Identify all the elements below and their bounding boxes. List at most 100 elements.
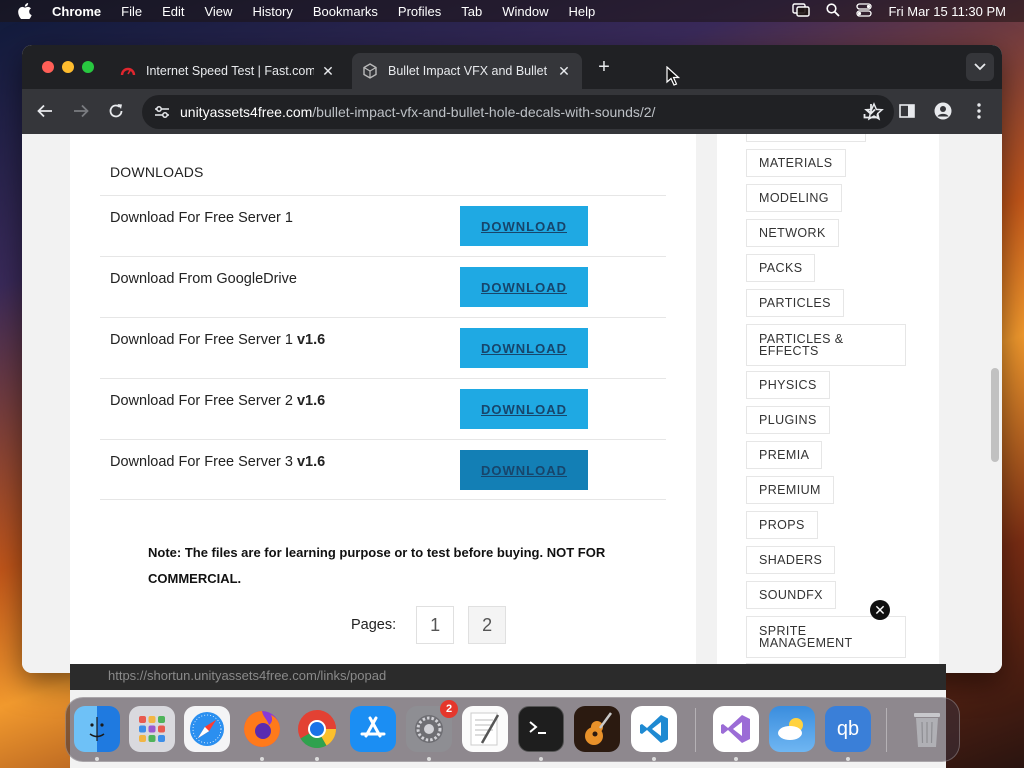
tab-search-button[interactable]	[966, 53, 994, 81]
downloads-table: Download For Free Server 1 DOWNLOAD Down…	[100, 195, 666, 500]
menu-view[interactable]: View	[204, 4, 232, 19]
tag-link[interactable]: NETWORK	[746, 219, 839, 247]
garageband-icon[interactable]	[574, 706, 620, 752]
tag-link[interactable]: PARTICLES	[746, 289, 844, 317]
back-button[interactable]	[34, 100, 56, 122]
tag-link[interactable]: PHYSICS	[746, 371, 830, 399]
tag-link[interactable]: MATERIALS	[746, 149, 846, 177]
control-center-icon[interactable]	[856, 2, 873, 20]
tab-close-icon[interactable]: ✕	[320, 63, 336, 79]
chrome-window: Internet Speed Test | Fast.com ✕ Bullet …	[22, 45, 1002, 673]
fast-com-favicon-icon	[120, 63, 136, 79]
macos-menu-bar: Chrome File Edit View History Bookmarks …	[0, 0, 1024, 22]
chrome-icon[interactable]	[294, 706, 340, 752]
tag-partial[interactable]	[746, 134, 866, 142]
firefox-icon[interactable]	[239, 706, 285, 752]
window-close-button[interactable]	[42, 61, 54, 73]
download-button[interactable]: DOWNLOAD	[460, 389, 588, 429]
download-button[interactable]: DOWNLOAD	[460, 206, 588, 246]
url-host: unityassets4free.com	[180, 104, 313, 120]
menu-tab[interactable]: Tab	[461, 4, 482, 19]
window-minimize-button[interactable]	[62, 61, 74, 73]
menubar-clock[interactable]: Fri Mar 15 11:30 PM	[888, 4, 1006, 19]
chevron-down-icon	[974, 63, 986, 71]
download-row: Download For Free Server 1 v1.6 DOWNLOAD	[100, 317, 666, 378]
download-label: Download From GoogleDrive	[110, 271, 297, 287]
macos-dock: 2 qb	[65, 697, 960, 762]
profile-button[interactable]	[932, 100, 954, 122]
download-row: Download For Free Server 3 v1.6 DOWNLOAD	[100, 439, 666, 500]
weather-icon[interactable]	[769, 706, 815, 752]
site-info-icon[interactable]	[152, 102, 172, 122]
chrome-menu-button[interactable]	[968, 100, 990, 122]
page-current-2: 2	[468, 606, 507, 644]
safari-icon[interactable]	[184, 706, 230, 752]
menu-edit[interactable]: Edit	[162, 4, 184, 19]
menu-file[interactable]: File	[121, 4, 142, 19]
textedit-icon[interactable]	[462, 706, 508, 752]
screen-mirroring-icon[interactable]	[792, 2, 811, 20]
download-label: Download For Free Server 1	[110, 210, 293, 226]
forward-button[interactable]	[70, 100, 92, 122]
page-viewport: DOWNLOADS Download For Free Server 1 DOW…	[22, 134, 1002, 673]
tag-link[interactable]: PROPS	[746, 511, 818, 539]
qbittorrent-icon[interactable]: qb	[825, 706, 871, 752]
download-button[interactable]: DOWNLOAD	[460, 328, 588, 368]
tag-link[interactable]: SHADERS	[746, 546, 836, 574]
url-path: /bullet-impact-vfx-and-bullet-hole-decal…	[312, 104, 656, 120]
new-tab-button[interactable]: +	[594, 57, 614, 78]
system-settings-icon[interactable]: 2	[406, 700, 458, 752]
notification-badge: 2	[440, 700, 458, 718]
menu-bookmarks[interactable]: Bookmarks	[313, 4, 378, 19]
terminal-icon[interactable]	[518, 706, 564, 752]
menu-help[interactable]: Help	[569, 4, 596, 19]
download-button[interactable]: DOWNLOAD	[460, 450, 588, 490]
close-ad-icon[interactable]: ✕	[870, 600, 890, 620]
running-indicator	[315, 757, 319, 761]
arrow-right-icon	[74, 104, 89, 118]
launchpad-icon[interactable]	[129, 706, 175, 752]
tag-link[interactable]: SPRITE MANAGEMENT	[746, 616, 906, 658]
app-store-icon[interactable]	[350, 706, 396, 752]
downloads-button[interactable]	[860, 100, 882, 122]
download-button[interactable]: DOWNLOAD	[460, 267, 588, 307]
running-indicator	[260, 757, 264, 761]
download-row: Download For Free Server 2 v1.6 DOWNLOAD	[100, 378, 666, 439]
downloads-heading: DOWNLOADS	[110, 164, 204, 180]
menu-app-name[interactable]: Chrome	[52, 4, 101, 19]
running-indicator	[427, 757, 431, 761]
window-zoom-button[interactable]	[82, 61, 94, 73]
reload-button[interactable]	[105, 100, 127, 122]
scrollbar-thumb[interactable]	[991, 368, 999, 462]
download-label: Download For Free Server 1 v1.6	[110, 332, 326, 348]
tab-close-icon[interactable]: ✕	[556, 63, 572, 79]
reload-icon	[109, 104, 123, 118]
trash-icon[interactable]	[904, 706, 950, 752]
tag-link[interactable]: PREMIA	[746, 441, 823, 469]
page-link-1[interactable]: 1	[416, 606, 455, 644]
menu-profiles[interactable]: Profiles	[398, 4, 441, 19]
tab-bullet-impact[interactable]: Bullet Impact VFX and Bullet Hole Decals…	[352, 53, 582, 89]
tag-link[interactable]: SOUNDFX	[746, 581, 836, 609]
tag-link[interactable]: PREMIUM	[746, 476, 834, 504]
address-bar[interactable]: unityassets4free.com/bullet-impact-vfx-a…	[142, 95, 894, 129]
tag-link[interactable]: MODELING	[746, 184, 842, 212]
tab-fast-speed-test[interactable]: Internet Speed Test | Fast.com ✕	[110, 53, 346, 89]
download-label: Download For Free Server 3 v1.6	[110, 454, 326, 470]
qbittorrent-label: qb	[836, 717, 860, 740]
vscode-icon[interactable]	[631, 706, 677, 752]
menu-window[interactable]: Window	[502, 4, 548, 19]
running-indicator	[846, 757, 850, 761]
side-panel-button[interactable]	[896, 100, 918, 122]
browser-toolbar: unityassets4free.com/bullet-impact-vfx-a…	[22, 89, 1002, 134]
menu-history[interactable]: History	[252, 4, 292, 19]
finder-icon[interactable]	[74, 706, 120, 752]
tag-link[interactable]: PACKS	[746, 254, 816, 282]
spotlight-search-icon[interactable]	[826, 2, 841, 20]
running-indicator	[652, 757, 656, 761]
apple-menu-icon[interactable]	[18, 3, 36, 19]
scrollbar[interactable]	[988, 134, 1002, 673]
tag-link[interactable]: PARTICLES & EFFECTS	[746, 324, 906, 366]
visual-studio-icon[interactable]	[713, 706, 759, 752]
tag-link[interactable]: PLUGINS	[746, 406, 830, 434]
